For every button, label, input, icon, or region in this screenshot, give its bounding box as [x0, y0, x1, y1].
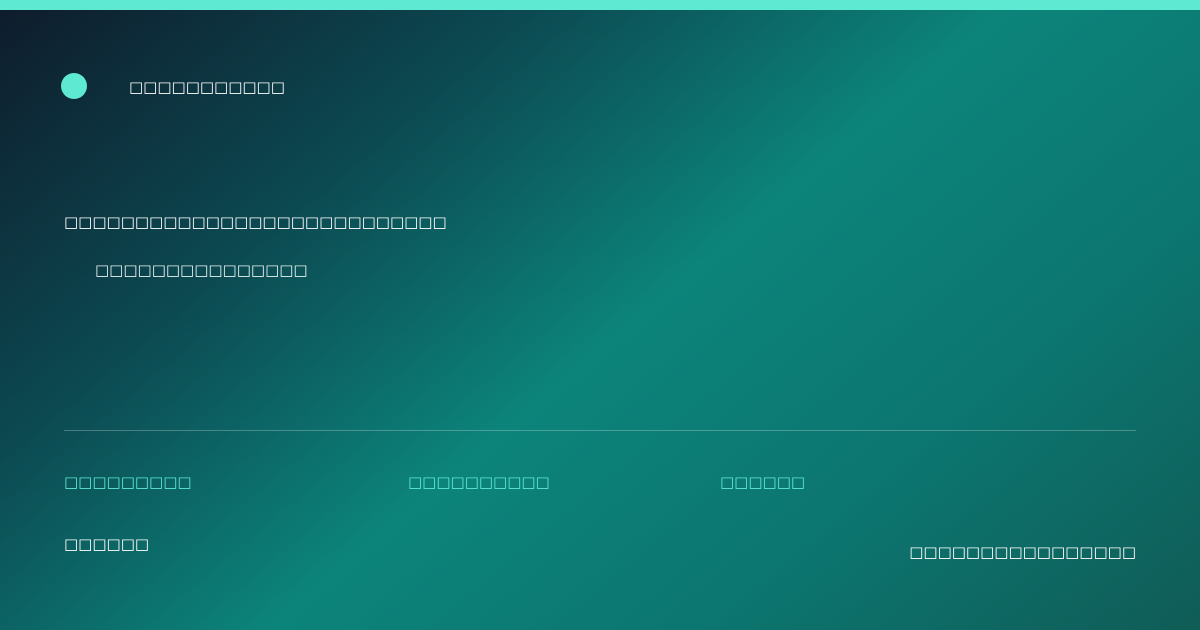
- meta-item: □□□□□□□□□□: [408, 473, 550, 491]
- meta-item: □□□□□□□□□: [64, 473, 192, 491]
- brand-name: □□□□□□□□□□□: [129, 78, 285, 96]
- brand-dot-icon: [61, 73, 87, 99]
- meta-item: □□□□□□: [720, 473, 806, 491]
- subheadline: □□□□□□□□□□□□□□□: [95, 261, 308, 279]
- headline: □□□□□□□□□□□□□□□□□□□□□□□□□□□: [64, 213, 447, 231]
- footer-left-text: □□□□□□: [64, 535, 150, 553]
- divider: [64, 430, 1136, 431]
- top-accent-bar: [0, 0, 1200, 10]
- footer-right-text: □□□□□□□□□□□□□□□□: [909, 543, 1136, 561]
